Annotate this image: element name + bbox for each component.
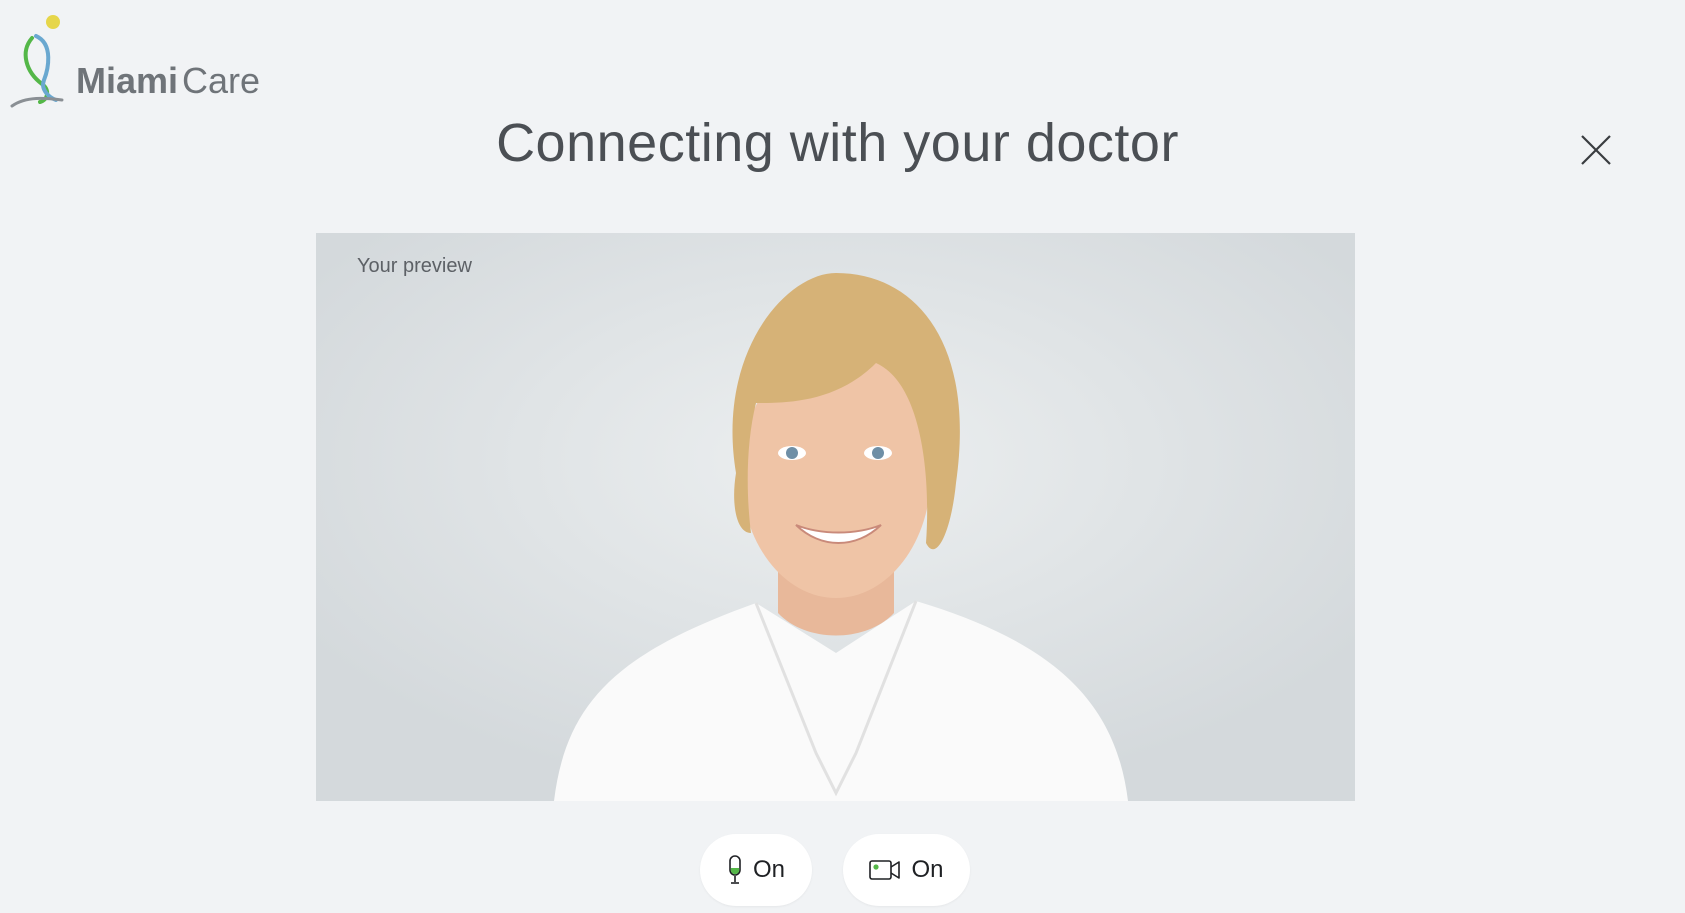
- camera-status-label: On: [911, 856, 944, 883]
- brand-name: Miami Care: [76, 60, 260, 102]
- close-button[interactable]: [1577, 131, 1615, 169]
- microphone-icon: [729, 855, 741, 884]
- brand-name-regular: Care: [182, 60, 261, 101]
- page-title: Connecting with your doctor: [496, 113, 1179, 173]
- brand-logo: Miami Care: [10, 14, 270, 110]
- video-preview: Your preview: [316, 233, 1355, 801]
- microphone-toggle-button[interactable]: On: [700, 834, 812, 906]
- self-view-video: [316, 233, 1355, 801]
- microphone-status-label: On: [752, 856, 785, 883]
- preview-label: Your preview: [357, 255, 472, 277]
- video-camera-icon: [869, 860, 901, 880]
- brand-name-bold: Miami: [76, 60, 179, 101]
- brand-mark-icon: [10, 15, 64, 108]
- camera-toggle-button[interactable]: On: [843, 834, 970, 906]
- close-icon: [1581, 135, 1611, 165]
